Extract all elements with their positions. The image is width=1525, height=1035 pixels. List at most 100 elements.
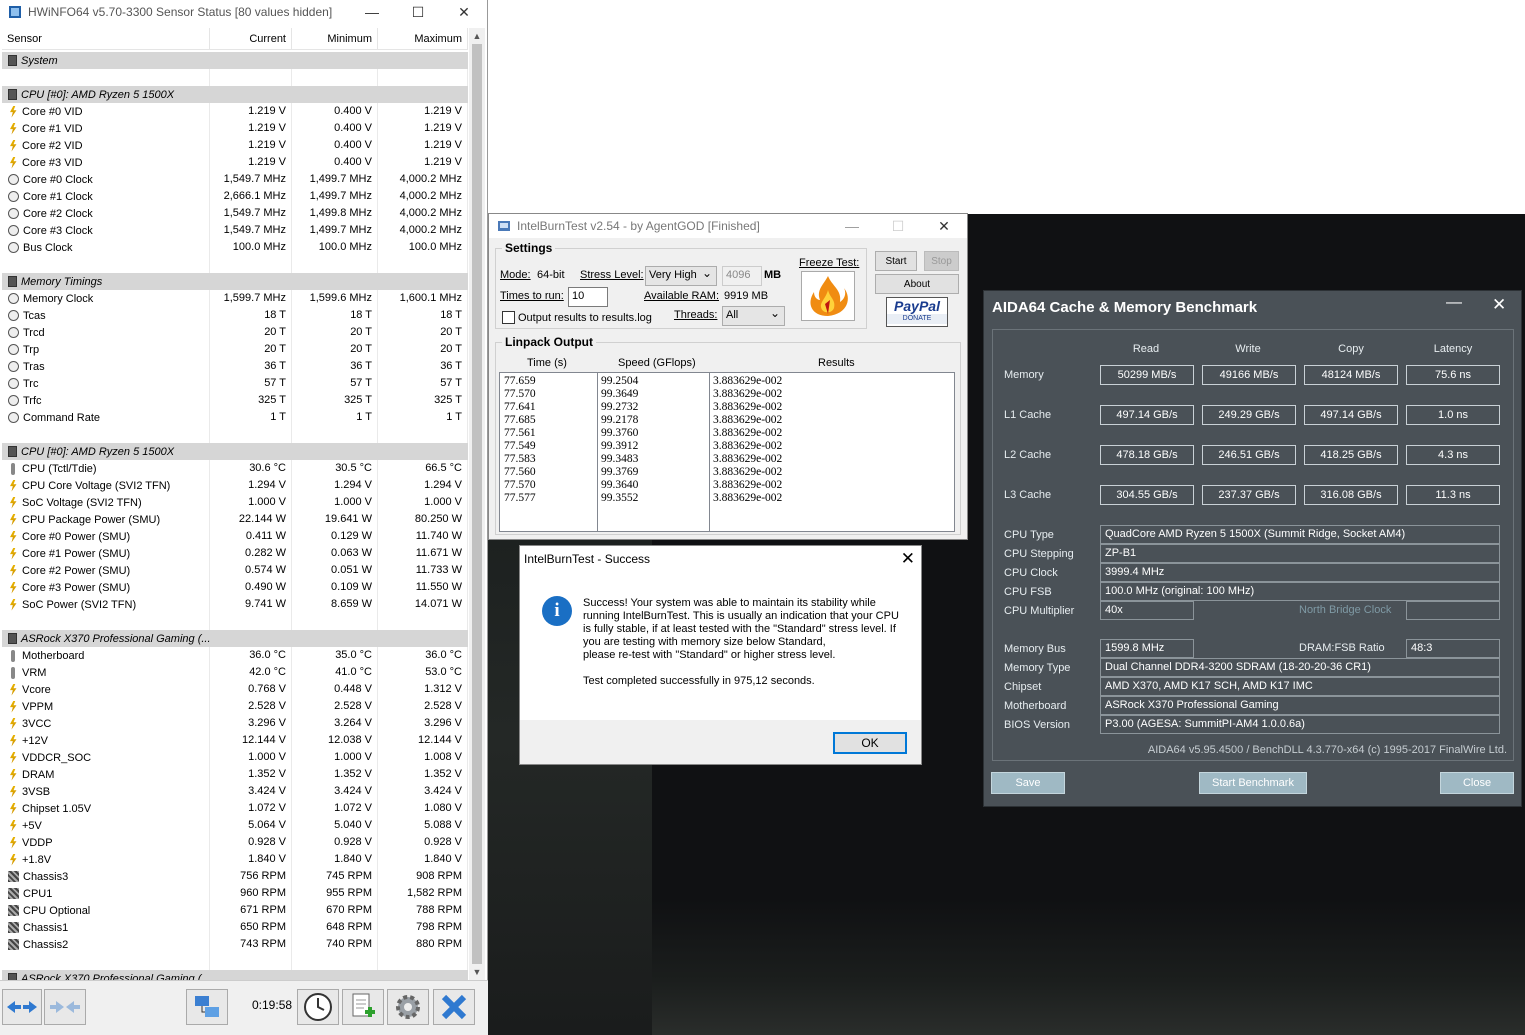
sensor-list-scrollbar[interactable]: ▲ ▼: [469, 28, 485, 980]
sensor-row[interactable]: CPU (Tctl/Tdie) 30.6 °C 30.5 °C 66.5 °C: [2, 460, 468, 477]
sensor-row[interactable]: Trp 20 T 20 T 20 T: [2, 341, 468, 358]
bench-row-label: L2 Cache: [1004, 449, 1052, 461]
sensor-row[interactable]: +5V 5.064 V 5.040 V 5.088 V: [2, 817, 468, 834]
sensor-label: +12V: [22, 734, 48, 747]
sensor-row[interactable]: Core #1 Power (SMU) 0.282 W 0.063 W 11.671 …: [2, 545, 468, 562]
sensor-row[interactable]: 3VSB 3.424 V 3.424 V 3.424 V: [2, 783, 468, 800]
dram-fsb-field: 48:3: [1406, 639, 1500, 658]
sensor-row[interactable]: Command Rate 1 T1 T1 T: [2, 409, 468, 426]
column-copy: Copy: [1338, 343, 1364, 355]
threads-select[interactable]: All: [722, 306, 785, 326]
bench-row-label: L1 Cache: [1004, 409, 1052, 421]
sensor-row[interactable]: Chipset 1.05V 1.072 V 1.072 V 1.080 V: [2, 800, 468, 817]
start-button[interactable]: Start: [875, 251, 917, 271]
sensor-row[interactable]: SoC Voltage (SVI2 TFN) 1.000 V 1.000 V 1.00…: [2, 494, 468, 511]
sensor-row[interactable]: Core #1 VID 1.219 V 0.400 V 1.219 V: [2, 120, 468, 137]
stress-level-select[interactable]: Very High: [645, 266, 717, 286]
lightning-icon: [10, 819, 17, 832]
sensor-row[interactable]: Core #0 Power (SMU) 0.411 W 0.129 W 11.740 …: [2, 528, 468, 545]
sensor-row[interactable]: Core #0 Clock 1,549.7 MHz 1,499.7 MHz 4,000…: [2, 171, 468, 188]
hwinfo-titlebar[interactable]: HWiNFO64 v5.70-3300 Sensor Status [80 va…: [0, 0, 487, 24]
close-button[interactable]: ✕: [441, 0, 487, 24]
paypal-donate-button[interactable]: PayPal DONATE: [886, 297, 948, 327]
settings-button[interactable]: [387, 989, 429, 1025]
scrollbar-thumb[interactable]: [472, 44, 482, 964]
minimize-button[interactable]: —: [349, 0, 395, 24]
maximize-button[interactable]: ☐: [395, 0, 441, 24]
sensor-row[interactable]: Trfc 325 T 325 T 325 T: [2, 392, 468, 409]
sensor-row[interactable]: CPU Optional 671 RPM 670 RPM 788 RPM: [2, 902, 468, 919]
network-sensors-button[interactable]: [186, 989, 228, 1025]
times-to-run-input[interactable]: 10: [568, 287, 608, 307]
memory-type-field: Dual Channel DDR4-3200 SDRAM (18-20-20-3…: [1100, 658, 1500, 677]
close-sensors-button[interactable]: [433, 989, 475, 1025]
aida-close-button[interactable]: ✕: [1492, 295, 1506, 315]
sensor-row[interactable]: Core #1 Clock 2,666.1 MHz 1,499.7 MHz 4,000…: [2, 188, 468, 205]
sensor-row[interactable]: Core #3 VID 1.219 V 0.400 V 1.219 V: [2, 154, 468, 171]
sensor-list[interactable]: System CPU [#0]: AMD Ryzen 5 1500X Core #0…: [2, 52, 468, 980]
aida-minimize-button[interactable]: —: [1446, 294, 1462, 312]
sensor-row[interactable]: CPU1 960 RPM 955 RPM 1,582 RPM: [2, 885, 468, 902]
sensor-row[interactable]: Core #0 VID 1.219 V 0.400 V 1.219 V: [2, 103, 468, 120]
nav-left-right-button[interactable]: [2, 989, 42, 1025]
sensor-row[interactable]: Vcore 0.768 V 0.448 V 1.312 V: [2, 681, 468, 698]
sensor-row[interactable]: Core #2 VID 1.219 V 0.400 V 1.219 V: [2, 137, 468, 154]
sensor-row[interactable]: Core #2 Power (SMU) 0.574 W 0.051 W 11.733 …: [2, 562, 468, 579]
sensor-row[interactable]: Trc 57 T 57 T 57 T: [2, 375, 468, 392]
sensor-row[interactable]: Bus Clock 100.0 MHz 100.0 MHz 100.0 MHz: [2, 239, 468, 256]
column-header-sensor[interactable]: Sensor: [2, 28, 210, 49]
sensor-group-header[interactable]: ASRock X370 Professional Gaming (...: [2, 970, 468, 980]
ibt-maximize-button[interactable]: ☐: [875, 214, 921, 238]
sensor-row[interactable]: VPPM 2.528 V 2.528 V 2.528 V: [2, 698, 468, 715]
sensor-row[interactable]: Chassis2 743 RPM 740 RPM 880 RPM: [2, 936, 468, 953]
column-header-maximum[interactable]: Maximum: [378, 28, 468, 49]
sensor-group-header[interactable]: ASRock X370 Professional Gaming (...: [2, 630, 468, 647]
clock-button[interactable]: [297, 989, 339, 1025]
chip-icon: [8, 276, 17, 287]
ok-button[interactable]: OK: [833, 732, 907, 754]
column-header-minimum[interactable]: Minimum: [292, 28, 378, 49]
sensor-row[interactable]: +12V 12.144 V 12.038 V 12.144 V: [2, 732, 468, 749]
sensor-row[interactable]: Core #2 Clock 1,549.7 MHz 1,499.8 MHz 4,000…: [2, 205, 468, 222]
sensor-row[interactable]: Tras 36 T 36 T 36 T: [2, 358, 468, 375]
sensor-row[interactable]: Motherboard 36.0 °C 35.0 °C 36.0 °C: [2, 647, 468, 664]
freeze-test-button[interactable]: [801, 271, 855, 321]
sensor-row[interactable]: Tcas 18 T 18 T 18 T: [2, 307, 468, 324]
sensor-row[interactable]: 3VCC 3.296 V 3.264 V 3.296 V: [2, 715, 468, 732]
sensor-row[interactable]: Chassis1 650 RPM 648 RPM 798 RPM: [2, 919, 468, 936]
sensor-group-header[interactable]: Memory Timings: [2, 273, 468, 290]
sensor-row[interactable]: Memory Clock 1,599.7 MHz 1,599.6 MHz 1,600.…: [2, 290, 468, 307]
scroll-down-icon[interactable]: ▼: [469, 964, 485, 980]
nav-disabled-button[interactable]: [44, 989, 86, 1025]
add-report-button[interactable]: [342, 989, 384, 1025]
sensor-group-header[interactable]: CPU [#0]: AMD Ryzen 5 1500X: [2, 86, 468, 103]
about-button[interactable]: About: [875, 274, 959, 294]
ibt-minimize-button[interactable]: —: [829, 214, 875, 238]
start-benchmark-button[interactable]: Start Benchmark: [1199, 772, 1307, 794]
ibt-titlebar[interactable]: IntelBurnTest v2.54 - by AgentGOD [Finis…: [489, 214, 967, 238]
sensor-row[interactable]: VDDP 0.928 V 0.928 V 0.928 V: [2, 834, 468, 851]
sensor-row[interactable]: +1.8V 1.840 V 1.840 V 1.840 V: [2, 851, 468, 868]
sensor-row[interactable]: DRAM 1.352 V 1.352 V 1.352 V: [2, 766, 468, 783]
linpack-output-table[interactable]: 77.659 77.570 77.641 77.685 77.561 77.549 77.5…: [499, 372, 955, 532]
close-icon[interactable]: ✕: [901, 549, 915, 569]
sensor-group-header[interactable]: System: [2, 52, 468, 69]
output-log-checkbox[interactable]: [502, 311, 515, 324]
scroll-up-icon[interactable]: ▲: [469, 28, 485, 44]
fire-icon: [810, 276, 848, 316]
sensor-row[interactable]: Core #3 Power (SMU) 0.490 W 0.109 W 11.550 …: [2, 579, 468, 596]
sensor-row[interactable]: CPU Core Voltage (SVI2 TFN) 1.294 V 1.294 …: [2, 477, 468, 494]
sensor-label: +5V: [22, 819, 42, 832]
save-button[interactable]: Save: [991, 772, 1065, 794]
sensor-row[interactable]: Trcd 20 T 20 T 20 T: [2, 324, 468, 341]
sensor-row[interactable]: SoC Power (SVI2 TFN) 9.741 W 8.659 W 14.071…: [2, 596, 468, 613]
ibt-close-button[interactable]: ✕: [921, 214, 967, 238]
sensor-row[interactable]: Core #3 Clock 1,549.7 MHz 1,499.7 MHz 4,000…: [2, 222, 468, 239]
column-header-current[interactable]: Current: [210, 28, 292, 49]
sensor-group-header[interactable]: CPU [#0]: AMD Ryzen 5 1500X: [2, 443, 468, 460]
sensor-row[interactable]: VDDCR_SOC 1.000 V 1.000 V 1.008 V: [2, 749, 468, 766]
sensor-row[interactable]: VRM 42.0 °C 41.0 °C 53.0 °C: [2, 664, 468, 681]
sensor-row[interactable]: Chassis3 756 RPM 745 RPM 908 RPM: [2, 868, 468, 885]
aida-close-footer-button[interactable]: Close: [1440, 772, 1514, 794]
sensor-row[interactable]: CPU Package Power (SMU) 22.144 W 19.641 W8…: [2, 511, 468, 528]
